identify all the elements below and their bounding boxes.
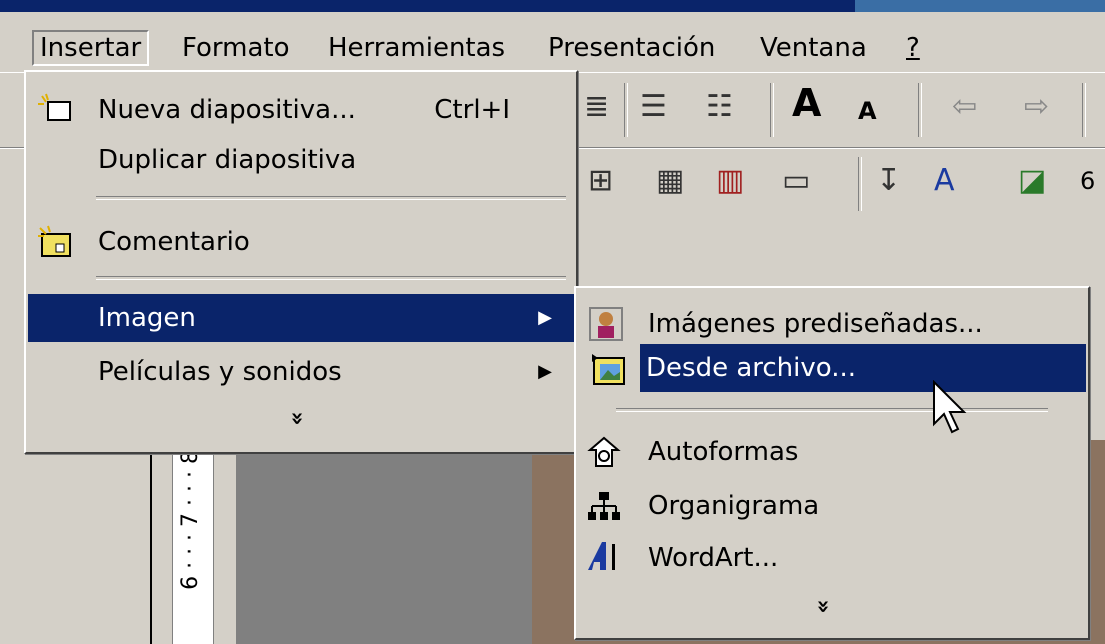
menu-ventana[interactable]: Ventana	[760, 32, 867, 64]
decrease-font-icon[interactable]: A	[858, 91, 877, 131]
duplicate-slide-label: Duplicar diapositiva	[98, 145, 357, 175]
org-chart-label: Organigrama	[648, 491, 820, 521]
movies-sounds-label: Películas y sonidos	[98, 357, 342, 387]
new-slide-shortcut: Ctrl+I	[434, 95, 510, 125]
menu-insertar-label: Insertar	[40, 33, 142, 63]
wordart-icon	[588, 542, 615, 570]
promote-icon[interactable]: ⇦	[952, 87, 977, 127]
menu-help[interactable]: ?	[906, 32, 920, 64]
ruler-marks: 6 · · · 7 · · · 8	[178, 450, 203, 590]
workspace-left	[0, 440, 150, 644]
table-draw-icon[interactable]: ⊞	[588, 161, 613, 201]
menu-presentacion-label: Presentación	[548, 33, 716, 63]
menu-separator	[616, 408, 1048, 412]
toolbar-separator	[1082, 83, 1086, 137]
font-color-icon[interactable]: A	[934, 161, 955, 201]
bullets-icon[interactable]: ☷	[706, 87, 733, 127]
line-spacing-icon[interactable]: ↧	[876, 161, 901, 201]
expand-chevron: »	[810, 599, 836, 614]
submenu-item-org-chart[interactable]: Organigrama	[578, 482, 1086, 530]
mouse-cursor-icon	[933, 380, 967, 434]
insert-chart-icon[interactable]: ▥	[716, 161, 744, 201]
wordart-label: WordArt...	[648, 543, 779, 573]
image-submenu: Imágenes prediseñadas... Desde archivo..…	[574, 286, 1090, 640]
menu-formato[interactable]: Formato	[182, 32, 290, 64]
insert-table-icon[interactable]: ▦	[656, 161, 684, 201]
menu-formato-label: Formato	[182, 33, 290, 63]
menu-ventana-label: Ventana	[760, 33, 867, 63]
menu-herramientas[interactable]: Herramientas	[328, 32, 505, 64]
from-file-label: Desde archivo...	[646, 353, 857, 383]
vertical-ruler: 6 · · · 7 · · · 8	[150, 440, 232, 644]
insert-menu: Nueva diapositiva... Ctrl+I Duplicar dia…	[24, 70, 578, 454]
toolbar-separator	[918, 83, 922, 137]
demote-icon[interactable]: ⇨	[1024, 87, 1049, 127]
toolbar-separator	[770, 83, 774, 137]
menu-item-image[interactable]: Imagen ▶	[28, 294, 574, 342]
increase-font-icon[interactable]: A	[792, 83, 821, 123]
autoshapes-label: Autoformas	[648, 437, 799, 467]
submenu-item-from-file[interactable]: Desde archivo...	[640, 344, 1086, 392]
org-chart-icon	[588, 492, 620, 520]
menu-item-comment[interactable]: Comentario	[28, 218, 574, 266]
clipart-label: Imágenes prediseñadas...	[648, 309, 983, 339]
picture-from-file-icon	[592, 354, 625, 385]
menu-presentacion[interactable]: Presentación	[548, 32, 715, 64]
font-size-box[interactable]: 6	[1080, 161, 1095, 201]
menu-item-duplicate-slide[interactable]: Duplicar diapositiva	[28, 136, 574, 184]
menu-separator	[96, 196, 566, 200]
menu-item-movies-sounds[interactable]: Películas y sonidos ▶	[28, 348, 574, 396]
comment-label: Comentario	[98, 227, 250, 257]
new-slide-label: Nueva diapositiva...	[98, 95, 356, 125]
fill-color-icon[interactable]: ◪	[1018, 161, 1046, 201]
submenu-arrow-icon: ▶	[538, 307, 552, 328]
numbering-icon[interactable]: ☰	[640, 87, 667, 127]
submenu-arrow-icon: ▶	[538, 361, 552, 382]
autoshapes-icon	[587, 436, 621, 467]
image-label: Imagen	[98, 303, 196, 333]
menu-insertar[interactable]: Insertar	[32, 30, 150, 66]
expand-menu-icon[interactable]: »	[285, 406, 310, 431]
new-slide-icon	[38, 93, 71, 121]
toolbar-separator	[858, 157, 862, 211]
submenu-item-wordart[interactable]: WordArt...	[578, 534, 1086, 582]
menu-herramientas-label: Herramientas	[328, 33, 506, 63]
toolbar-separator	[624, 83, 628, 137]
font-size-value: 6	[1080, 167, 1096, 195]
menu-help-label: ?	[906, 33, 920, 63]
comment-icon	[38, 225, 71, 257]
submenu-item-autoshapes[interactable]: Autoformas	[578, 428, 1086, 476]
expand-submenu-icon[interactable]: »	[811, 594, 836, 619]
menu-bar: Insertar Formato Herramientas Presentaci…	[0, 12, 1105, 72]
clipart-icon	[589, 307, 623, 341]
expand-chevron: »	[284, 411, 310, 426]
new-slide-toolbar-icon[interactable]: ▭	[782, 161, 810, 201]
slide-pane-background	[232, 440, 536, 644]
title-bar-gradient	[855, 0, 1105, 12]
submenu-item-clipart[interactable]: Imágenes prediseñadas...	[578, 300, 1086, 348]
menu-item-new-slide[interactable]: Nueva diapositiva... Ctrl+I	[28, 86, 574, 134]
title-bar	[0, 0, 1105, 12]
menu-separator	[96, 276, 566, 280]
align-justify-icon[interactable]: ≣	[584, 87, 609, 127]
